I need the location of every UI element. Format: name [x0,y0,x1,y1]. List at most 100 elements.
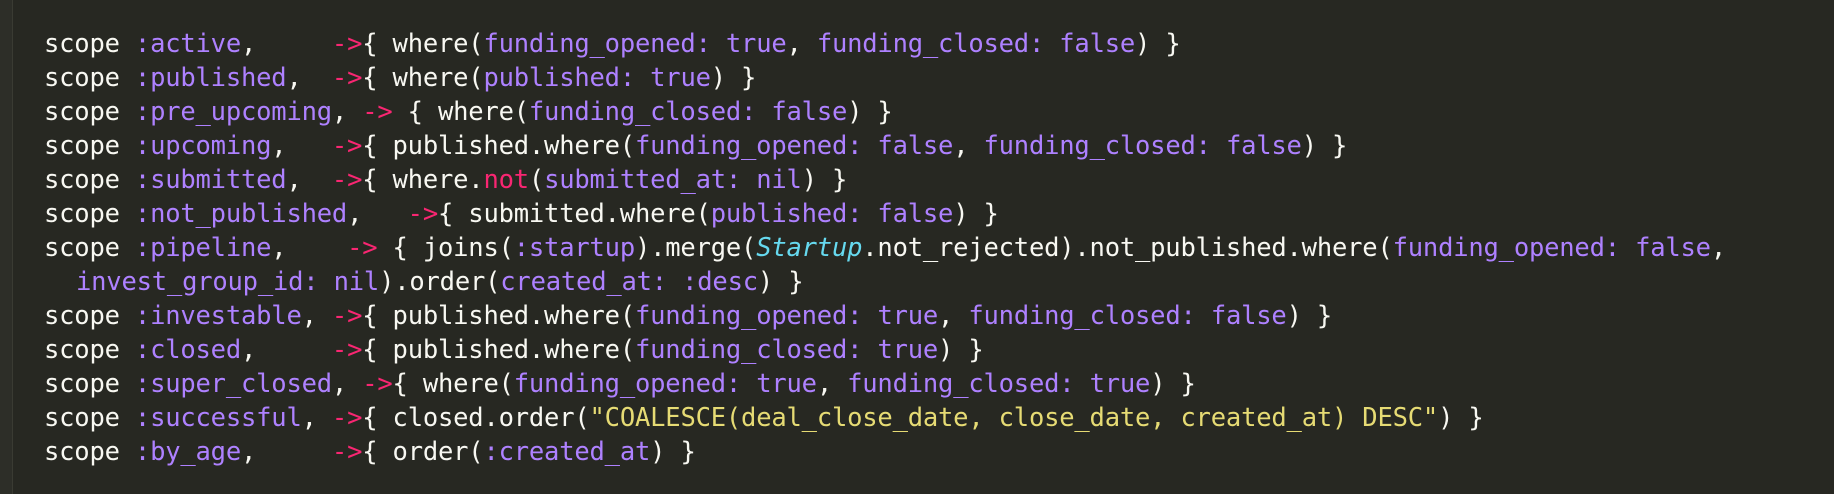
code-token-sym: :super_closed [134,369,332,399]
code-token-sym: :published [134,63,287,93]
code-line[interactable]: scope :published, ->{ where(published: t… [44,61,1830,95]
code-line-wrapped[interactable]: invest_group_id: nil).order(created_at: … [44,265,1830,299]
code-line[interactable]: scope :pre_upcoming, -> { where(funding_… [44,95,1830,129]
code-token-kw: scope [44,233,135,263]
code-token-pl: ) } [1301,131,1348,161]
code-token-arr: -> [331,335,363,365]
code-token-sym: :startup [513,233,635,263]
code-token-bool: true [650,63,711,93]
code-token-pl: , [271,233,348,263]
code-token-pl: ) } [938,335,984,365]
code-token-pl: { published.where( [362,335,635,365]
code-token-arr: -> [331,131,363,161]
code-token-kw: scope [44,63,135,93]
code-token-bool: false [877,131,954,161]
code-token-pl: , [271,131,332,161]
code-line[interactable]: scope :upcoming, ->{ published.where(fun… [44,129,1830,163]
code-token-pl: .not_rejected).not_published.where( [862,233,1393,263]
code-token-pl: ) } [1286,301,1333,331]
code-token-str: "COALESCE(deal_close_date, close_date, c… [589,403,1439,433]
code-line[interactable]: scope :investable, ->{ published.where(f… [44,299,1830,333]
code-token-arr: -> [362,369,393,399]
code-token-kw: scope [44,29,135,59]
code-token-pl: , [301,403,332,433]
code-token-pl: ) } [650,437,696,467]
code-line[interactable]: scope :super_closed, ->{ where(funding_o… [44,367,1830,401]
code-line[interactable]: scope :by_age, ->{ order(:created_at) } [44,435,1830,469]
code-token-kw: scope [44,335,135,365]
code-token-bool: false [1225,131,1302,161]
code-token-pl: , [786,29,817,59]
code-token-kw: scope [44,403,135,433]
code-token-key: funding_closed: [528,97,757,127]
code-token-bool: nil [333,267,380,297]
code-token-pl: , [938,301,969,331]
code-token-kw: scope [44,369,135,399]
code-token-pl: ) } [847,97,893,127]
code-token-pl: , [301,301,332,331]
code-token-pl: ) } [1150,369,1196,399]
code-line[interactable]: scope :pipeline, -> { joins(:startup).me… [44,231,1830,265]
code-token-pl: { where( [392,97,529,127]
code-token-key: funding_opened: [634,131,863,161]
code-token-bool: false [877,199,954,229]
code-token-pl: { closed.order( [362,403,590,433]
code-token-pl: , [953,131,984,161]
code-token-arr: -> [331,165,363,195]
code-token-pl: { published.where( [362,131,635,161]
code-token-key: submitted_at: [544,165,742,195]
code-token-pl: ) } [801,165,848,195]
code-token-arr: -> [331,63,363,93]
code-token-sym: :successful [134,403,302,433]
code-token-sym: :investable [134,301,302,331]
code-line[interactable]: scope :submitted, ->{ where.not(submitte… [44,163,1830,197]
code-token-sym: :submitted [134,165,287,195]
code-token-pl: { joins( [377,233,514,263]
code-token-kw: scope [44,165,135,195]
code-token-pl: ).merge( [634,233,757,263]
code-token-pl: { submitted.where( [437,199,711,229]
code-token-key: invest_group_id: [76,267,319,297]
code-token-bool: nil [756,165,802,195]
code-token-pl: , [331,369,363,399]
code-token-pl: ( [528,165,545,195]
code-editor[interactable]: scope :active, ->{ where(funding_opened:… [0,0,1834,494]
code-token-pl: ).order( [379,267,501,297]
code-token-sym: :pipeline [134,233,272,263]
code-token-pl: { where( [392,369,514,399]
code-token-kw: scope [44,97,135,127]
code-token-sym: :by_age [134,437,241,467]
code-token-sym: :not_published [134,199,348,229]
code-token-bool: false [1635,233,1711,263]
code-token-bool: false [1059,29,1136,59]
code-token-sym: :active [134,29,241,59]
code-token-key: funding_closed: [816,29,1045,59]
code-area[interactable]: scope :active, ->{ where(funding_opened:… [44,27,1830,469]
code-token-key: funding_opened: [513,369,742,399]
code-token-pl: { where( [362,63,484,93]
code-token-pl: , [286,165,332,195]
code-token-key: published: [483,63,635,93]
code-token-bool: true [725,29,787,59]
code-token-sym: :closed [134,335,241,365]
code-token-arr: -> [347,233,378,263]
code-token-bool: true [756,369,817,399]
code-line[interactable]: scope :successful, ->{ closed.order("COA… [44,401,1830,435]
editor-gutter [0,0,13,494]
code-token-key: funding_closed: [847,369,1075,399]
code-token-kw: scope [44,131,135,161]
code-token-bool: false [1210,301,1287,331]
code-token-not: not [483,165,529,195]
code-line[interactable]: scope :closed, ->{ published.where(fundi… [44,333,1830,367]
code-line[interactable]: scope :not_published, ->{ submitted.wher… [44,197,1830,231]
code-line[interactable]: scope :active, ->{ where(funding_opened:… [44,27,1830,61]
code-token-cls: Startup [756,233,863,263]
code-token-pl: ) } [710,63,757,93]
